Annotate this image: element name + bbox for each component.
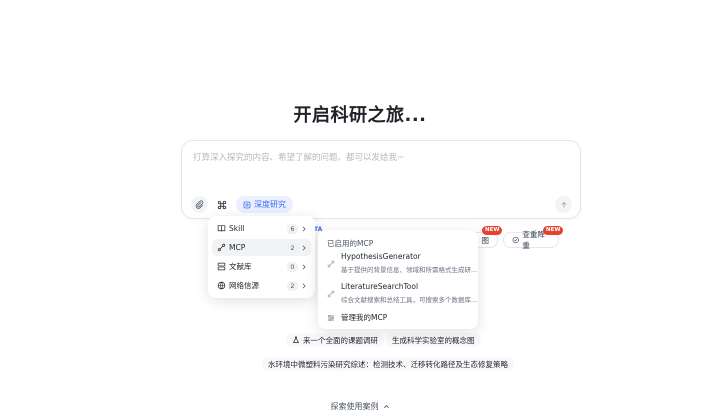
- plug-icon: [327, 260, 335, 268]
- prompt-composer: 打算深入探究的内容、希望了解的问题、都可以发给我~ 深度研究: [181, 140, 581, 219]
- attach-button[interactable]: [191, 196, 208, 213]
- quick-chip-diagram-label: 图: [481, 235, 490, 245]
- book-icon: [217, 225, 225, 232]
- deep-research-toggle[interactable]: 深度研究: [236, 196, 293, 213]
- suggestion-label: 来一个全面的课题调研: [303, 335, 378, 345]
- command-icon: [217, 200, 226, 209]
- plug-icon: [217, 243, 225, 252]
- menu-item-count: 6: [287, 223, 298, 234]
- suggestion-chip-research[interactable]: 来一个全面的课题调研: [286, 333, 384, 347]
- menu-item-library[interactable]: 文献库 0: [212, 258, 311, 275]
- flask-icon: [292, 336, 300, 343]
- menu-item-skill[interactable]: Skill 6: [212, 220, 311, 237]
- mcp-item-desc: 基于提供的背景信息、领域和所需格式生成研...: [341, 266, 478, 274]
- chevron-right-icon: [302, 225, 306, 232]
- new-badge: NEW: [543, 226, 564, 235]
- manage-mcp-label: 管理我的MCP: [341, 313, 388, 322]
- new-badge: NEW: [482, 226, 503, 235]
- tools-menu: Skill 6 MCP 2 文献库 0 网络信源 2: [208, 216, 315, 298]
- mcp-item-hypothesis[interactable]: HypothesisGenerator 基于提供的背景信息、领域和所需格式生成研…: [327, 252, 477, 274]
- mcp-item-name: HypothesisGenerator: [341, 252, 421, 261]
- menu-item-label: MCP: [229, 243, 246, 252]
- suggestion-chip-lab-diagram[interactable]: 生成科学实验室的概念图: [386, 333, 481, 347]
- globe-icon: [217, 281, 225, 290]
- menu-item-count: 0: [287, 261, 298, 272]
- arrow-up-icon: [561, 201, 566, 208]
- menu-item-label: 文献库: [229, 262, 252, 271]
- paperclip-icon: [195, 200, 204, 209]
- chevron-right-icon: [302, 244, 306, 251]
- settings-sliders-icon: [328, 314, 334, 321]
- mcp-item-name: LiteratureSearchTool: [341, 282, 419, 291]
- menu-item-mcp[interactable]: MCP 2: [212, 239, 311, 256]
- suggestion-label: 生成科学实验室的概念图: [392, 335, 475, 345]
- suggestion-chip-microplastics[interactable]: 水环境中微塑料污染研究综述：检测技术、迁移转化路径及生态修复策略: [262, 357, 514, 371]
- menu-item-label: 网络信源: [229, 281, 259, 290]
- manage-mcp-button[interactable]: 管理我的MCP: [327, 312, 387, 323]
- suggestion-label: 水环境中微塑料污染研究综述：检测技术、迁移转化路径及生态修复策略: [268, 359, 508, 369]
- explore-label: 探索使用案例: [330, 402, 379, 411]
- mcp-item-literature[interactable]: LiteratureSearchTool 综合文献搜索和总结工具，可搜索多个数据…: [327, 282, 477, 304]
- explore-use-cases-button[interactable]: 探索使用案例: [0, 401, 720, 412]
- menu-item-label: Skill: [229, 224, 245, 233]
- mcp-header: 已启用的MCP: [327, 239, 374, 248]
- database-icon: [217, 262, 225, 271]
- chevron-right-icon: [302, 263, 306, 270]
- menu-item-count: 2: [287, 280, 298, 291]
- deep-research-icon: [243, 201, 251, 208]
- mcp-item-desc: 综合文献搜索和总结工具，可搜索多个数据库...: [341, 296, 478, 304]
- command-button[interactable]: [213, 196, 230, 213]
- check-circle-icon: [512, 236, 519, 244]
- prompt-input[interactable]: 打算深入探究的内容、希望了解的问题、都可以发给我~: [193, 151, 404, 163]
- plug-icon: [327, 290, 335, 298]
- chevron-right-icon: [302, 282, 306, 289]
- send-button[interactable]: [555, 196, 572, 213]
- mcp-submenu: 已启用的MCP HypothesisGenerator 基于提供的背景信息、领域…: [318, 230, 478, 329]
- menu-item-count: 2: [287, 242, 298, 253]
- deep-research-label: 深度研究: [254, 200, 286, 209]
- menu-item-web-sources[interactable]: 网络信源 2: [212, 277, 311, 294]
- chevron-up-icon: [383, 405, 389, 409]
- page-title: 开启科研之旅...: [293, 105, 427, 126]
